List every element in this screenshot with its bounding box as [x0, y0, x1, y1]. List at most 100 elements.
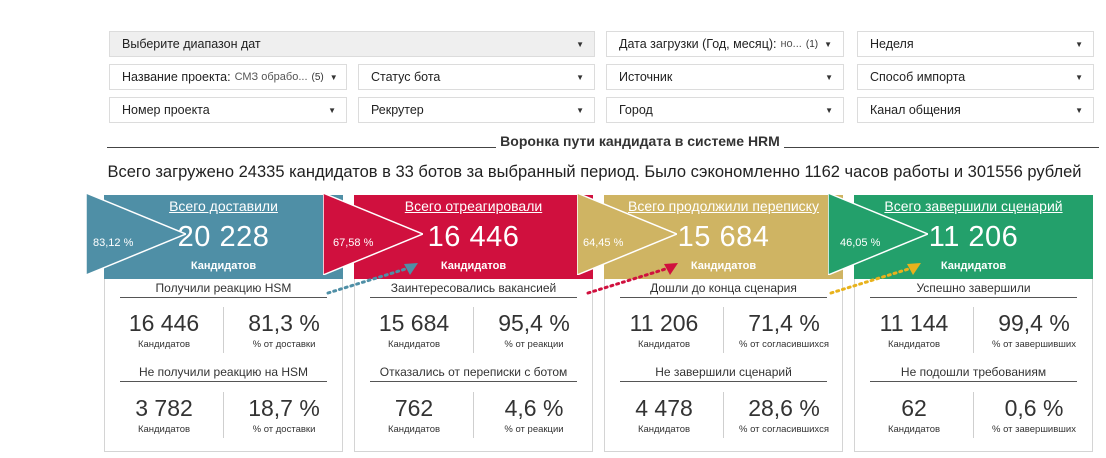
metric-label: Кандидатов	[887, 424, 941, 435]
date-range-select[interactable]: Выберите диапазон дат ▼	[109, 31, 595, 57]
stage-detail-card: Дошли до конца сценария 11 206 Кандидато…	[604, 279, 843, 452]
dotted-connector-icon	[326, 263, 418, 295]
recruiter-label: Рекрутер	[371, 103, 424, 117]
chevron-down-icon: ▼	[576, 105, 584, 115]
metric-count: 4 478 Кандидатов	[605, 395, 723, 435]
conversion-pct: 83,12 %	[93, 237, 134, 249]
dotted-connector-icon	[829, 263, 921, 295]
conversion-pct: 46,05 %	[840, 237, 881, 249]
stage-detail-card: Получили реакцию HSM 16 446 Кандидатов 8…	[104, 279, 343, 452]
chevron-down-icon: ▼	[1075, 72, 1083, 82]
bot-status-label: Статус бота	[371, 70, 441, 84]
upload-date-count: (1)	[805, 38, 819, 50]
metric-label: Кандидатов	[887, 339, 941, 350]
sub-heading: Не получили реакцию на HSM	[120, 365, 327, 382]
week-select[interactable]: Неделя ▼	[857, 31, 1094, 57]
metric-percent: 99,4 % % от завершивших	[974, 310, 1094, 350]
sub-heading: Не подошли требованиям	[870, 365, 1077, 382]
metric-label: Кандидатов	[637, 424, 691, 435]
metric-value: 71,4 %	[748, 310, 820, 336]
chevron-down-icon: ▼	[1075, 105, 1083, 115]
metric-value: 95,4 %	[498, 310, 570, 336]
upload-date-label: Дата загрузки (Год, месяц):	[619, 37, 777, 51]
sub-heading: Отказались от переписки с ботом	[370, 365, 577, 382]
metric-value: 18,7 %	[248, 395, 320, 421]
metric-percent: 0,6 % % от завершивших	[974, 395, 1094, 435]
metric-value: 16 446	[128, 310, 200, 336]
project-name-label: Название проекта:	[122, 70, 231, 84]
metric-percent: 81,3 % % от доставки	[224, 310, 344, 350]
metric-percent: 95,4 % % от реакции	[474, 310, 594, 350]
metric-value: 81,3 %	[248, 310, 320, 336]
metric-value: 15 684	[378, 310, 450, 336]
chevron-down-icon: ▼	[1075, 39, 1083, 49]
metric-percent: 28,6 % % от согласившихся	[724, 395, 844, 435]
section-title: Воронка пути кандидата в системе HRM	[107, 133, 1106, 149]
channel-select[interactable]: Канал общения ▼	[857, 97, 1094, 123]
sub-heading: Не завершили сценарий	[620, 365, 827, 382]
metric-count: 3 782 Кандидатов	[105, 395, 223, 435]
metric-label: % от завершивших	[992, 339, 1076, 350]
upload-date-select[interactable]: Дата загрузки (Год, месяц): но... (1) ▼	[606, 31, 844, 57]
chevron-down-icon: ▼	[824, 39, 833, 49]
project-number-select[interactable]: Номер проекта ▼	[109, 97, 347, 123]
metric-count: 16 446 Кандидатов	[105, 310, 223, 350]
source-select[interactable]: Источник ▼	[606, 64, 844, 90]
bot-status-select[interactable]: Статус бота ▼	[358, 64, 595, 90]
source-label: Источник	[619, 70, 673, 84]
metric-value: 4,6 %	[504, 395, 564, 421]
metric-value: 11 144	[879, 310, 949, 336]
metric-value: 28,6 %	[748, 395, 820, 421]
conversion-arrow-icon	[86, 193, 186, 275]
metric-count: 62 Кандидатов	[855, 395, 973, 435]
chevron-down-icon: ▼	[825, 72, 833, 82]
metric-label: % от доставки	[252, 424, 316, 435]
project-number-label: Номер проекта	[122, 103, 210, 117]
week-label: Неделя	[870, 37, 914, 51]
chevron-down-icon: ▼	[576, 39, 584, 49]
metric-label: Кандидатов	[387, 339, 441, 350]
metric-count: 11 206 Кандидатов	[605, 310, 723, 350]
conversion-pct: 67,58 %	[333, 237, 374, 249]
metric-label: Кандидатов	[137, 339, 191, 350]
metric-label: % от реакции	[504, 339, 564, 350]
metric-value: 3 782	[135, 395, 193, 421]
chevron-down-icon: ▼	[328, 105, 336, 115]
city-label: Город	[619, 103, 653, 117]
metric-value: 62	[901, 395, 927, 421]
metric-label: Кандидатов	[387, 424, 441, 435]
metric-label: % от завершивших	[992, 424, 1076, 435]
channel-label: Канал общения	[870, 103, 961, 117]
chevron-down-icon: ▼	[329, 72, 338, 82]
upload-date-value: но...	[780, 38, 802, 50]
project-name-value: СМЗ обрабо...	[234, 71, 308, 83]
metric-percent: 4,6 % % от реакции	[474, 395, 594, 435]
city-select[interactable]: Город ▼	[606, 97, 844, 123]
metric-label: % от доставки	[252, 339, 316, 350]
metric-label: Кандидатов	[637, 339, 691, 350]
metric-value: 762	[394, 395, 434, 421]
metric-value: 0,6 %	[1004, 395, 1064, 421]
metric-label: % от согласившихся	[739, 424, 829, 435]
stage-detail-card: Заинтересовались вакансией 15 684 Кандид…	[354, 279, 593, 452]
project-name-select[interactable]: Название проекта: СМЗ обрабо... (5) ▼	[109, 64, 347, 90]
sub-heading: Получили реакцию HSM	[120, 281, 327, 298]
import-method-label: Способ импорта	[870, 70, 966, 84]
metric-label: Кандидатов	[137, 424, 191, 435]
chevron-down-icon: ▼	[825, 105, 833, 115]
date-range-label: Выберите диапазон дат	[122, 37, 261, 51]
conversion-pct: 64,45 %	[583, 237, 624, 249]
project-name-count: (5)	[311, 71, 324, 83]
metric-percent: 18,7 % % от доставки	[224, 395, 344, 435]
stage-detail-card: Успешно завершили 11 144 Кандидатов 99,4…	[854, 279, 1093, 452]
metric-percent: 71,4 % % от согласившихся	[724, 310, 844, 350]
dotted-connector-icon	[586, 263, 678, 295]
summary-text: Всего загружено 24335 кандидатов в 33 бо…	[107, 163, 1082, 181]
chevron-down-icon: ▼	[576, 72, 584, 82]
metric-value: 4 478	[635, 395, 693, 421]
metric-count: 762 Кандидатов	[355, 395, 473, 435]
metric-count: 15 684 Кандидатов	[355, 310, 473, 350]
import-method-select[interactable]: Способ импорта ▼	[857, 64, 1094, 90]
metric-value: 99,4 %	[998, 310, 1070, 336]
recruiter-select[interactable]: Рекрутер ▼	[358, 97, 595, 123]
